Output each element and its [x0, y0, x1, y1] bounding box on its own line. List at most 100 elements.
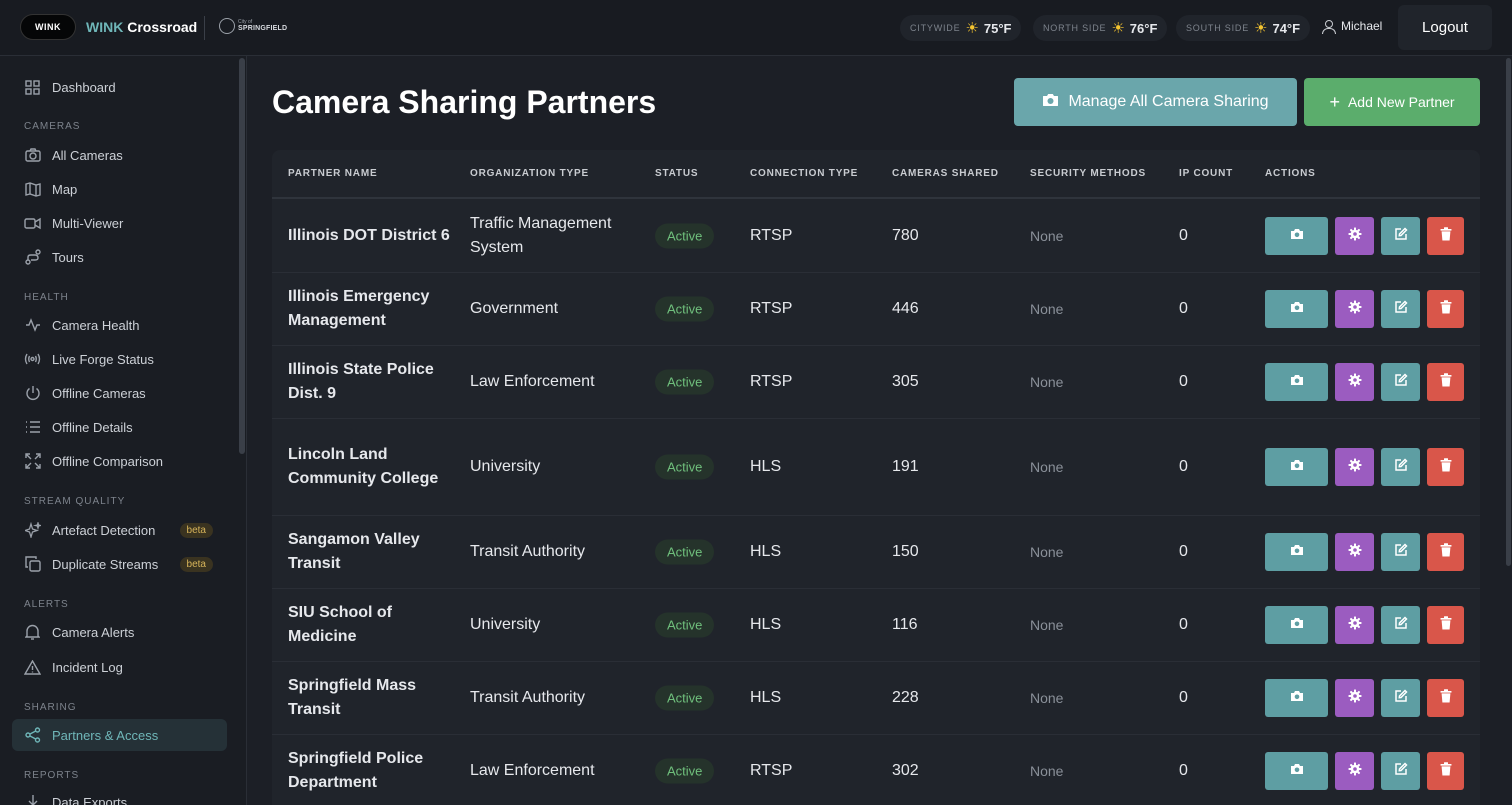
- edit-button[interactable]: [1381, 533, 1420, 571]
- user-menu[interactable]: Michael: [1322, 19, 1382, 34]
- partner-name[interactable]: Springfield Police Department: [288, 747, 458, 795]
- organization-type: Transit Authority: [470, 543, 586, 560]
- delete-button[interactable]: [1427, 448, 1464, 486]
- city-logo: City of SPRINGFIELD: [219, 18, 287, 34]
- settings-button[interactable]: [1335, 290, 1374, 328]
- edit-button[interactable]: [1381, 752, 1420, 790]
- sidebar-item-offline-cameras[interactable]: Offline Cameras: [12, 377, 227, 409]
- sidebar-item-live-forge-status[interactable]: Live Forge Status: [12, 343, 227, 375]
- sidebar-item-duplicate-streams[interactable]: Duplicate Streams beta: [12, 548, 227, 580]
- view-cameras-button[interactable]: [1265, 217, 1328, 255]
- column-organization-type[interactable]: ORGANIZATION TYPE: [470, 168, 589, 179]
- sidebar-item-camera-alerts[interactable]: Camera Alerts: [12, 616, 227, 648]
- weather-label: CITYWIDE: [910, 23, 961, 33]
- column-connection-type[interactable]: CONNECTION TYPE: [750, 168, 858, 179]
- sidebar-item-label: All Cameras: [52, 147, 123, 163]
- settings-button[interactable]: [1335, 679, 1374, 717]
- sidebar-item-data-exports[interactable]: Data Exports: [12, 786, 227, 805]
- settings-button[interactable]: [1335, 217, 1374, 255]
- sidebar-item-incident-log[interactable]: Incident Log: [12, 651, 227, 683]
- sidebar-item-offline-comparison[interactable]: Offline Comparison: [12, 445, 227, 477]
- sidebar-item-tours[interactable]: Tours: [12, 241, 227, 273]
- edit-button[interactable]: [1381, 290, 1420, 328]
- delete-button[interactable]: [1427, 533, 1464, 571]
- delete-button[interactable]: [1427, 290, 1464, 328]
- partner-name[interactable]: SIU School of Medicine: [288, 601, 458, 649]
- settings-button[interactable]: [1335, 363, 1374, 401]
- edit-button[interactable]: [1381, 679, 1420, 717]
- trash-icon: [1440, 457, 1452, 477]
- delete-button[interactable]: [1427, 363, 1464, 401]
- settings-button[interactable]: [1335, 606, 1374, 644]
- partner-name[interactable]: Illinois Emergency Management: [288, 285, 458, 333]
- partner-name[interactable]: Illinois DOT District 6: [288, 224, 458, 248]
- view-cameras-button[interactable]: [1265, 606, 1328, 644]
- column-status[interactable]: STATUS: [655, 168, 698, 179]
- edit-button[interactable]: [1381, 448, 1420, 486]
- warning-icon: [24, 659, 41, 676]
- organization-type: Law Enforcement: [470, 373, 595, 390]
- partner-name[interactable]: Springfield Mass Transit: [288, 674, 458, 722]
- sidebar-item-label: Offline Comparison: [52, 453, 164, 469]
- wink-logo[interactable]: WINK: [20, 14, 76, 40]
- partner-name[interactable]: Sangamon Valley Transit: [288, 528, 458, 576]
- cameras-shared: 150: [892, 543, 919, 560]
- power-icon: [24, 385, 41, 402]
- organization-type: Transit Authority: [470, 689, 586, 706]
- partner-name[interactable]: Lincoln Land Community College: [288, 443, 458, 491]
- sidebar-item-partners-access[interactable]: Partners & Access: [12, 719, 227, 751]
- sidebar-item-map[interactable]: Map: [12, 173, 227, 205]
- weather-temp: 74°F: [1272, 20, 1301, 36]
- organization-type: Traffic Management System: [470, 215, 612, 256]
- security-methods: None: [1030, 228, 1064, 244]
- sidebar-item-label: Dashboard: [52, 79, 116, 95]
- manage-camera-sharing-button[interactable]: Manage All Camera Sharing: [1014, 78, 1297, 126]
- sidebar-item-all-cameras[interactable]: All Cameras: [12, 139, 227, 171]
- sparkles-icon: [24, 522, 41, 539]
- column-partner-name[interactable]: PARTNER NAME: [288, 168, 377, 179]
- settings-button[interactable]: [1335, 448, 1374, 486]
- view-cameras-button[interactable]: [1265, 448, 1328, 486]
- settings-button[interactable]: [1335, 752, 1374, 790]
- add-new-partner-button[interactable]: + Add New Partner: [1304, 78, 1480, 126]
- edit-button[interactable]: [1381, 606, 1420, 644]
- delete-button[interactable]: [1427, 606, 1464, 644]
- edit-icon: [1394, 299, 1408, 319]
- status-badge: Active: [655, 454, 715, 480]
- cameras-shared: 116: [892, 616, 918, 633]
- cameras-shared: 446: [892, 300, 919, 317]
- view-cameras-button[interactable]: [1265, 752, 1328, 790]
- ip-count: 0: [1179, 458, 1188, 475]
- edit-button[interactable]: [1381, 217, 1420, 255]
- security-methods: None: [1030, 301, 1064, 317]
- sidebar-item-artefact-detection[interactable]: Artefact Detection beta: [12, 514, 227, 546]
- delete-button[interactable]: [1427, 752, 1464, 790]
- download-icon: [24, 794, 41, 805]
- view-cameras-button[interactable]: [1265, 290, 1328, 328]
- sidebar-item-camera-health[interactable]: Camera Health: [12, 309, 227, 341]
- trash-icon: [1440, 542, 1452, 562]
- beta-badge: beta: [179, 522, 213, 538]
- sidebar-scrollbar[interactable]: [239, 58, 245, 454]
- view-cameras-button[interactable]: [1265, 679, 1328, 717]
- table-header: PARTNER NAME ORGANIZATION TYPE STATUS CO…: [272, 150, 1480, 199]
- main-scrollbar[interactable]: [1506, 58, 1511, 566]
- partner-name[interactable]: Illinois State Police Dist. 9: [288, 358, 458, 406]
- column-security-methods[interactable]: SECURITY METHODS: [1030, 168, 1146, 179]
- organization-type: University: [470, 458, 541, 475]
- sidebar-item-multi-viewer[interactable]: Multi-Viewer: [12, 207, 227, 239]
- sidebar-item-offline-details[interactable]: Offline Details: [12, 411, 227, 443]
- delete-button[interactable]: [1427, 679, 1464, 717]
- edit-button[interactable]: [1381, 363, 1420, 401]
- settings-button[interactable]: [1335, 533, 1374, 571]
- view-cameras-button[interactable]: [1265, 533, 1328, 571]
- logout-button[interactable]: Logout: [1398, 5, 1492, 50]
- table-row: SIU School of Medicine University Active…: [272, 589, 1480, 662]
- view-cameras-button[interactable]: [1265, 363, 1328, 401]
- sidebar-item-dashboard[interactable]: Dashboard: [12, 71, 227, 103]
- ip-count: 0: [1179, 543, 1188, 560]
- column-actions: ACTIONS: [1265, 168, 1316, 179]
- column-ip-count[interactable]: IP COUNT: [1179, 168, 1233, 179]
- delete-button[interactable]: [1427, 217, 1464, 255]
- column-cameras-shared[interactable]: CAMERAS SHARED: [892, 168, 999, 179]
